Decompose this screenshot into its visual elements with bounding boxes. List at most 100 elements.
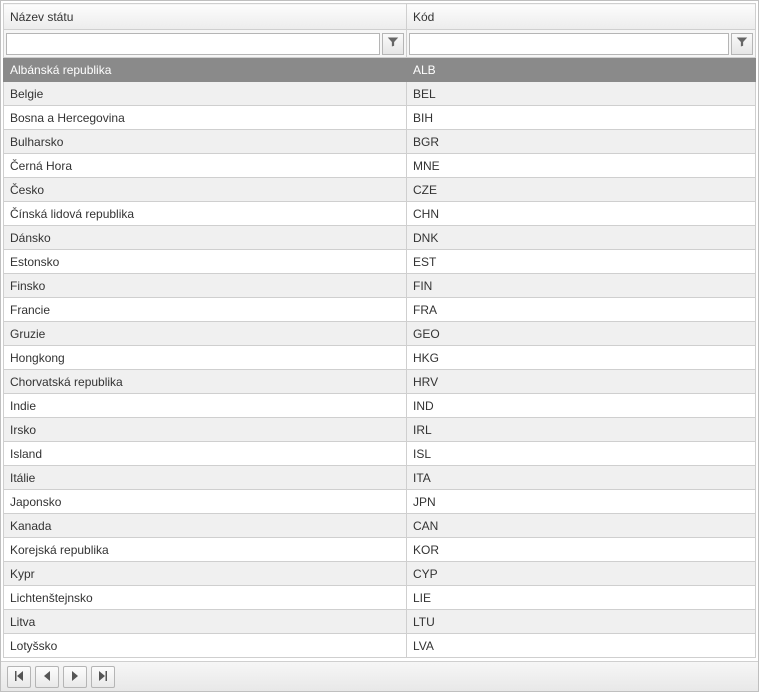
- cell-name: Indie: [4, 394, 407, 418]
- table-row[interactable]: ItálieITA: [4, 466, 756, 490]
- cell-name: Bulharsko: [4, 130, 407, 154]
- cell-code: CAN: [407, 514, 756, 538]
- funnel-icon: [387, 36, 399, 51]
- last-icon: [98, 670, 108, 684]
- cell-code: EST: [407, 250, 756, 274]
- table-row[interactable]: LitvaLTU: [4, 610, 756, 634]
- cell-code: HRV: [407, 370, 756, 394]
- table-row[interactable]: FrancieFRA: [4, 298, 756, 322]
- nav-next-button[interactable]: [63, 666, 87, 688]
- nav-first-button[interactable]: [7, 666, 31, 688]
- cell-name: Estonsko: [4, 250, 407, 274]
- cell-name: Litva: [4, 610, 407, 634]
- table-row[interactable]: HongkongHKG: [4, 346, 756, 370]
- cell-name: Finsko: [4, 274, 407, 298]
- filter-button-code[interactable]: [731, 33, 753, 55]
- nav-last-button[interactable]: [91, 666, 115, 688]
- table-row[interactable]: Korejská republikaKOR: [4, 538, 756, 562]
- cell-code: KOR: [407, 538, 756, 562]
- cell-code: CZE: [407, 178, 756, 202]
- table-row[interactable]: Chorvatská republikaHRV: [4, 370, 756, 394]
- cell-code: ITA: [407, 466, 756, 490]
- table-row[interactable]: GruzieGEO: [4, 322, 756, 346]
- table-row[interactable]: Čínská lidová republikaCHN: [4, 202, 756, 226]
- table-row[interactable]: DánskoDNK: [4, 226, 756, 250]
- cell-code: IND: [407, 394, 756, 418]
- table-row[interactable]: Albánská republikaALB: [4, 58, 756, 82]
- cell-code: BEL: [407, 82, 756, 106]
- grid-body: Název státu Kód: [1, 1, 758, 661]
- table-row[interactable]: EstonskoEST: [4, 250, 756, 274]
- cell-name: Bosna a Hercegovina: [4, 106, 407, 130]
- cell-code: MNE: [407, 154, 756, 178]
- cell-name: Lotyšsko: [4, 634, 407, 658]
- cell-code: ALB: [407, 58, 756, 82]
- cell-code: LVA: [407, 634, 756, 658]
- cell-name: Albánská republika: [4, 58, 407, 82]
- table-row[interactable]: BelgieBEL: [4, 82, 756, 106]
- column-header-name[interactable]: Název státu: [4, 4, 407, 30]
- cell-name: Česko: [4, 178, 407, 202]
- filter-button-name[interactable]: [382, 33, 404, 55]
- next-icon: [70, 670, 80, 684]
- cell-name: Chorvatská republika: [4, 370, 407, 394]
- cell-code: ISL: [407, 442, 756, 466]
- table-row[interactable]: BulharskoBGR: [4, 130, 756, 154]
- cell-code: JPN: [407, 490, 756, 514]
- cell-code: LIE: [407, 586, 756, 610]
- filter-cell-code: [407, 30, 756, 58]
- cell-name: Gruzie: [4, 322, 407, 346]
- filter-cell-name: [4, 30, 407, 58]
- table-row[interactable]: Černá HoraMNE: [4, 154, 756, 178]
- prev-icon: [42, 670, 52, 684]
- filter-input-name[interactable]: [6, 33, 380, 55]
- cell-code: CHN: [407, 202, 756, 226]
- data-grid: Název státu Kód: [0, 0, 759, 692]
- table-row[interactable]: Bosna a HercegovinaBIH: [4, 106, 756, 130]
- nav-prev-button[interactable]: [35, 666, 59, 688]
- cell-name: Irsko: [4, 418, 407, 442]
- filter-row: [4, 30, 756, 58]
- record-navigator: [1, 661, 758, 691]
- cell-code: FIN: [407, 274, 756, 298]
- table-row[interactable]: IndieIND: [4, 394, 756, 418]
- filter-input-code[interactable]: [409, 33, 729, 55]
- cell-code: DNK: [407, 226, 756, 250]
- table-row[interactable]: IrskoIRL: [4, 418, 756, 442]
- cell-name: Kypr: [4, 562, 407, 586]
- column-header-code[interactable]: Kód: [407, 4, 756, 30]
- table-row[interactable]: LichtenštejnskoLIE: [4, 586, 756, 610]
- cell-code: HKG: [407, 346, 756, 370]
- cell-code: BGR: [407, 130, 756, 154]
- cell-name: Dánsko: [4, 226, 407, 250]
- funnel-icon: [736, 36, 748, 51]
- cell-code: IRL: [407, 418, 756, 442]
- table-row[interactable]: ČeskoCZE: [4, 178, 756, 202]
- table-row[interactable]: FinskoFIN: [4, 274, 756, 298]
- cell-name: Island: [4, 442, 407, 466]
- grid-table: Název státu Kód: [3, 3, 756, 658]
- cell-code: FRA: [407, 298, 756, 322]
- cell-code: GEO: [407, 322, 756, 346]
- cell-code: BIH: [407, 106, 756, 130]
- cell-name: Černá Hora: [4, 154, 407, 178]
- table-row[interactable]: KanadaCAN: [4, 514, 756, 538]
- table-row[interactable]: LotyšskoLVA: [4, 634, 756, 658]
- cell-name: Japonsko: [4, 490, 407, 514]
- cell-name: Itálie: [4, 466, 407, 490]
- header-row: Název státu Kód: [4, 4, 756, 30]
- cell-name: Francie: [4, 298, 407, 322]
- cell-name: Belgie: [4, 82, 407, 106]
- cell-name: Kanada: [4, 514, 407, 538]
- cell-code: LTU: [407, 610, 756, 634]
- cell-name: Korejská republika: [4, 538, 407, 562]
- cell-name: Čínská lidová republika: [4, 202, 407, 226]
- table-row[interactable]: KyprCYP: [4, 562, 756, 586]
- grid-rows: Albánská republikaALBBelgieBELBosna a He…: [4, 58, 756, 658]
- table-row[interactable]: IslandISL: [4, 442, 756, 466]
- cell-name: Hongkong: [4, 346, 407, 370]
- first-icon: [14, 670, 24, 684]
- cell-code: CYP: [407, 562, 756, 586]
- table-row[interactable]: JaponskoJPN: [4, 490, 756, 514]
- cell-name: Lichtenštejnsko: [4, 586, 407, 610]
